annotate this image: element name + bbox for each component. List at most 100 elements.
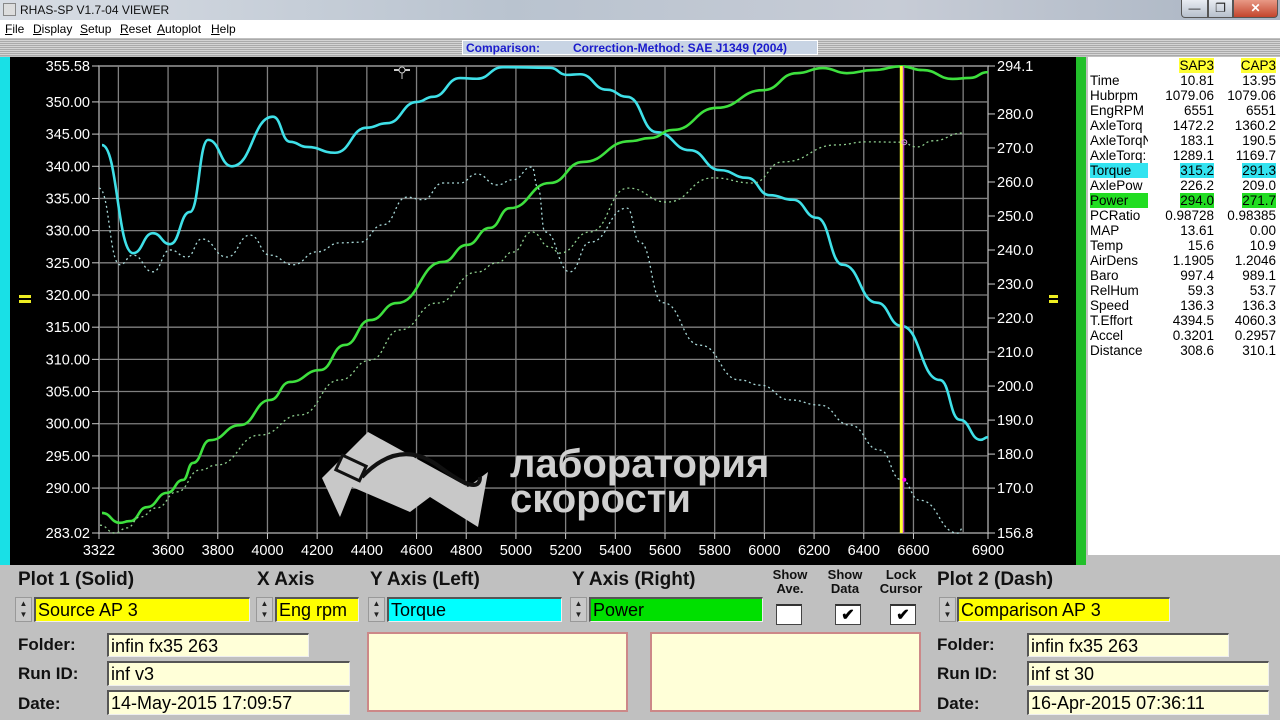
y-axis-left-spinner[interactable]: ▲ ▼ — [368, 597, 385, 622]
y-left-tick-label: 290.00 — [46, 481, 90, 497]
right-axis-marker-icon[interactable] — [1049, 295, 1058, 303]
row-label: Accel — [1090, 328, 1124, 343]
cap3-value: 6551 — [1245, 103, 1276, 118]
y-left-tick-label: 350.00 — [46, 95, 90, 111]
table-row-relhum: RelHum 59.3 53.7 — [1088, 283, 1280, 298]
x-tick-label: 5000 — [500, 543, 532, 559]
y-left-tick-label: 320.00 — [46, 288, 90, 304]
title-bar: RHAS-SP V1.7-04 VIEWER — ❐ ✕ — [0, 0, 1280, 20]
cap3-value: 0.2957 — [1234, 328, 1276, 343]
watermark-line2: скорости — [510, 477, 691, 521]
crosshair-icon[interactable] — [394, 66, 410, 79]
cap3-value: 310.1 — [1242, 343, 1276, 358]
y-right-tick-label: 230.0 — [997, 277, 1033, 293]
row-label: T.Effort — [1090, 313, 1133, 328]
show-data-label-line2: Data — [830, 581, 860, 596]
plot1-runid-field[interactable]: inf v3 — [107, 661, 350, 686]
table-row-distance: Distance 308.6 310.1 — [1088, 343, 1280, 358]
lock-cursor-checkbox[interactable]: ✔ — [890, 604, 916, 625]
chart-svg[interactable]: лаборатория скорости 355.58 350.00 345.00 3… — [0, 57, 1086, 565]
plot1-notes-box[interactable] — [367, 632, 628, 712]
close-button[interactable]: ✕ — [1233, 0, 1278, 18]
lock-cursor-label: Lock Cursor — [866, 568, 936, 596]
minimize-button[interactable]: — — [1181, 0, 1208, 18]
plot2-runid-field[interactable]: inf st 30 — [1027, 661, 1269, 686]
lock-cursor-label-line2: Cursor — [879, 581, 923, 596]
y-right-tick-label: 250.0 — [997, 209, 1033, 225]
y-right-tick-label: 210.0 — [997, 345, 1033, 361]
row-label: RelHum — [1090, 283, 1139, 298]
column-header-cap3: CAP3 — [1240, 58, 1276, 73]
plot2-date-field[interactable]: 16-Apr-2015 07:36:11 — [1027, 690, 1269, 715]
left-axis-marker-icon[interactable] — [19, 295, 31, 303]
window-title: RHAS-SP V1.7-04 VIEWER — [20, 3, 170, 17]
menu-file[interactable]: File — [5, 22, 24, 36]
column-header-sap3: SAP3 — [1179, 58, 1214, 73]
row-label: AxlePow — [1090, 178, 1143, 193]
x-axis-title: X Axis — [257, 569, 315, 590]
y-left-tick-label: 310.00 — [46, 352, 90, 368]
menu-setup[interactable]: Setup — [80, 22, 111, 36]
y-left-tick-label: 330.00 — [46, 224, 90, 240]
plot1-title: Plot 1 (Solid) — [18, 569, 135, 590]
plot2-notes-box[interactable] — [650, 632, 921, 712]
table-row-axletorq: AxleTorq 1472.2 1360.2 — [1088, 118, 1280, 133]
show-data-label-line1: Show — [827, 567, 863, 582]
x-axis-field[interactable]: Eng rpm — [275, 597, 359, 622]
lock-cursor-label-line1: Lock — [885, 567, 917, 582]
cap3-value: 53.7 — [1249, 283, 1276, 298]
plot2-spinner[interactable]: ▲ ▼ — [939, 597, 956, 622]
plot1-date-field[interactable]: 14-May-2015 17:09:57 — [107, 690, 350, 715]
row-label: Speed — [1090, 298, 1130, 313]
x-tick-label: 4200 — [301, 543, 333, 559]
y-axis-left-title: Y Axis (Left) — [370, 569, 480, 590]
sap3-value: 308.6 — [1180, 343, 1214, 358]
plot1-folder-field[interactable]: infin fx35 263 — [107, 633, 309, 657]
y-axis-right-field[interactable]: Power — [589, 597, 763, 622]
sap3-value: 1.1905 — [1172, 253, 1214, 268]
dyno-chart[interactable]: лаборатория скорости 355.58 350.00 345.00 3… — [0, 57, 1086, 565]
correction-method: Correction-Method: SAE J1349 (2004) — [573, 41, 788, 55]
show-ave-checkbox[interactable] — [776, 604, 802, 625]
cap3-value: 1360.2 — [1234, 118, 1276, 133]
watermark-logo: лаборатория скорости — [322, 432, 769, 527]
row-label: EngRPM — [1090, 103, 1145, 118]
sap3-value: 1289.1 — [1172, 148, 1214, 163]
menu-help[interactable]: Help — [211, 22, 236, 36]
plot2-date-label: Date: — [937, 694, 980, 713]
menu-display[interactable]: Display — [33, 22, 72, 36]
restore-button[interactable]: ❐ — [1208, 0, 1233, 18]
row-label: Distance — [1090, 343, 1143, 358]
show-data-checkbox[interactable]: ✔ — [835, 604, 861, 625]
plot1-spinner[interactable]: ▲ ▼ — [15, 597, 32, 622]
row-label: Hubrpm — [1090, 88, 1139, 103]
x-tick-label: 6000 — [748, 543, 780, 559]
data-cursor[interactable] — [899, 66, 908, 533]
y-right-tick-label: 280.0 — [997, 107, 1033, 123]
y-right-tick-label: 190.0 — [997, 413, 1033, 429]
sap3-value: 294.0 — [1180, 193, 1214, 208]
sap3-value: 136.3 — [1180, 298, 1214, 313]
menu-reset[interactable]: Reset — [120, 22, 151, 36]
sap3-value: 15.6 — [1187, 238, 1214, 253]
plot1-source-field[interactable]: Source AP 3 — [34, 597, 250, 622]
sap3-value: 59.3 — [1187, 283, 1214, 298]
table-row-accel: Accel 0.3201 0.2957 — [1088, 328, 1280, 343]
plot1-runid-label: Run ID: — [18, 664, 79, 683]
plot2-folder-field[interactable]: infin fx35 263 — [1027, 633, 1229, 657]
y-axis-right-spinner[interactable]: ▲ ▼ — [570, 597, 587, 622]
cap3-value: 989.1 — [1242, 268, 1276, 283]
right-axis-color-bar — [1076, 57, 1086, 565]
x-axis-spinner[interactable]: ▲ ▼ — [256, 597, 273, 622]
sap3-value: 13.61 — [1180, 223, 1214, 238]
menu-autoplot[interactable]: Autoplot — [157, 22, 201, 36]
table-row-teffort: T.Effort 4394.5 4060.3 — [1088, 313, 1280, 328]
menu-bar: File Display Setup Reset Autoplot Help — [0, 20, 1280, 38]
table-row-torque: Torque 315.2 291.3 — [1088, 163, 1280, 178]
y-left-tick-label: 345.00 — [46, 127, 90, 143]
x-tick-label: 5200 — [549, 543, 581, 559]
plot2-source-field[interactable]: Comparison AP 3 — [957, 597, 1170, 622]
left-axis-color-bar — [0, 57, 10, 565]
x-tick-label: 3800 — [202, 543, 234, 559]
y-axis-left-field[interactable]: Torque — [387, 597, 562, 622]
